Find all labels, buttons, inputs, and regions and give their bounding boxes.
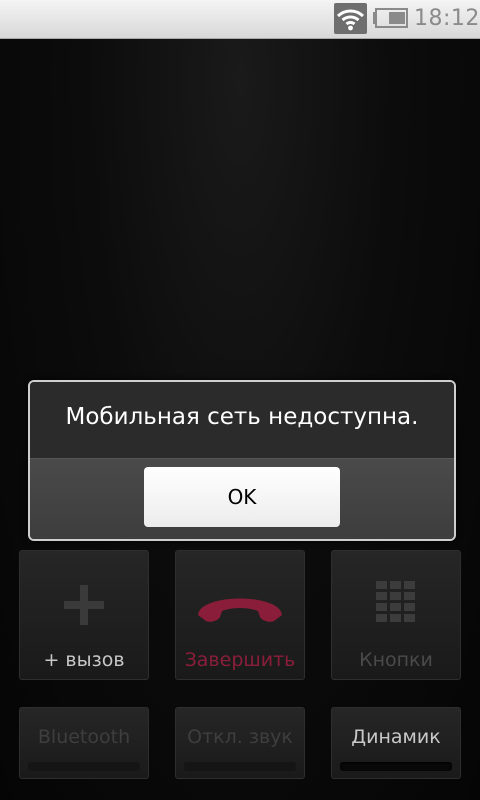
- wifi-icon: [334, 3, 367, 34]
- keypad-button[interactable]: Кнопки: [331, 550, 461, 680]
- bluetooth-indicator: [28, 762, 140, 771]
- network-unavailable-dialog: Мобильная сеть недоступна. OK: [28, 380, 456, 541]
- keypad-icon: [332, 573, 460, 633]
- speaker-button[interactable]: Динамик: [331, 707, 461, 779]
- status-bar: 18:12: [0, 0, 480, 39]
- end-call-label: Завершить: [184, 649, 296, 671]
- add-call-button[interactable]: + вызов: [19, 550, 149, 680]
- speaker-indicator: [340, 762, 452, 771]
- speaker-label: Динамик: [351, 726, 441, 748]
- status-clock: 18:12: [414, 6, 480, 31]
- dialog-button-bar: OK: [30, 458, 454, 539]
- bluetooth-label: Bluetooth: [37, 726, 131, 748]
- mute-button[interactable]: Откл. звук: [175, 707, 305, 779]
- mute-label: Откл. звук: [187, 726, 293, 748]
- keypad-label: Кнопки: [359, 649, 433, 671]
- bluetooth-button[interactable]: Bluetooth: [19, 707, 149, 779]
- ok-button[interactable]: OK: [144, 467, 340, 527]
- plus-icon: [20, 573, 148, 633]
- in-call-screen: 18:12 + вызов Завершить Кнопки Bluetooth…: [0, 0, 480, 800]
- add-call-label: + вызов: [43, 649, 125, 671]
- mute-indicator: [184, 762, 296, 771]
- dialog-message: Мобильная сеть недоступна.: [30, 382, 454, 458]
- battery-icon: [372, 8, 408, 28]
- hang-up-icon: [176, 573, 304, 633]
- end-call-button[interactable]: Завершить: [175, 550, 305, 680]
